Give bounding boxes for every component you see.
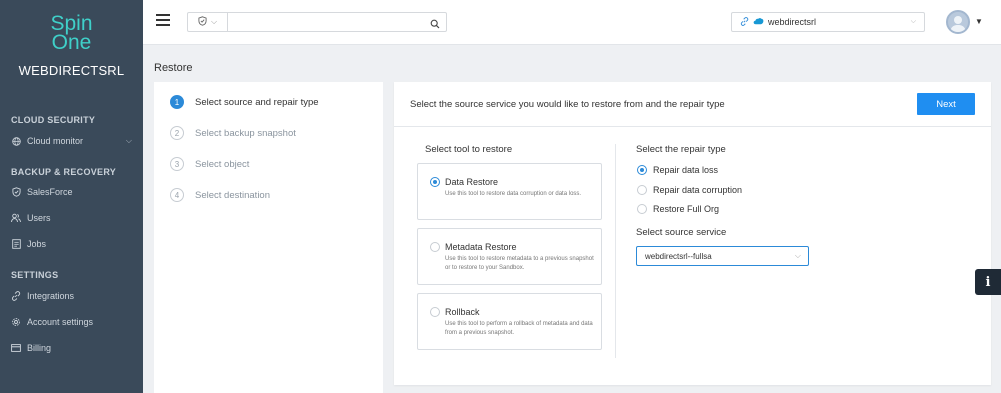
sidebar-item-label: SalesForce <box>27 187 73 197</box>
search-input[interactable] <box>230 14 425 30</box>
sidebar-item-label: Account settings <box>27 317 94 327</box>
sidebar-item-integrations[interactable]: Integrations <box>11 288 136 304</box>
sidebar-item-label: Cloud monitor <box>27 136 84 146</box>
step-4[interactable]: 4 Select destination <box>170 188 270 202</box>
step-3[interactable]: 3 Select object <box>170 157 249 171</box>
link-icon <box>11 291 21 301</box>
wizard-steps: 1 Select source and repair type 2 Select… <box>154 82 383 393</box>
step-label: Select destination <box>195 189 270 201</box>
step-1[interactable]: 1 Select source and repair type <box>170 95 319 109</box>
chevron-down-icon: ⌵ <box>210 17 218 26</box>
step-2[interactable]: 2 Select backup snapshot <box>170 126 296 140</box>
repair-option-full-org[interactable]: Restore Full Org <box>637 204 719 214</box>
spinone-logo[interactable]: Spin One <box>0 13 143 54</box>
tool-option-rollback[interactable]: Rollback Use this tool to perform a roll… <box>417 293 602 350</box>
sidebar-item-cloud-monitor[interactable]: Cloud monitor ⌵ <box>11 133 136 149</box>
tool-option-metadata-restore[interactable]: Metadata Restore Use this tool to restor… <box>417 228 602 285</box>
card-icon <box>11 343 21 353</box>
instruction-text: Select the source service you would like… <box>410 99 725 110</box>
tool-description: Use this tool to perform a rollback of m… <box>445 321 593 336</box>
sidebar-item-users[interactable]: Users <box>11 210 136 226</box>
search-filter-dropdown[interactable]: ⌵ <box>188 13 228 31</box>
chevron-down-icon: ⌵ <box>794 251 801 260</box>
source-section-title: Select source service <box>636 227 727 238</box>
radio-button[interactable] <box>430 177 440 187</box>
restore-card: Select the source service you would like… <box>394 82 991 385</box>
tool-option-data-restore[interactable]: Data Restore Use this tool to restore da… <box>417 163 602 220</box>
search-box: ⌵ <box>187 12 447 32</box>
sidebar-item-billing[interactable]: Billing <box>11 340 136 356</box>
source-service-select[interactable]: webdirectsrl--fullsa ⌵ <box>636 246 809 266</box>
salesforce-cloud-icon <box>753 17 764 27</box>
section-title-cloud-security: CLOUD SECURITY <box>11 115 96 125</box>
avatar-dropdown-icon[interactable]: ▼ <box>975 17 983 26</box>
step-number: 1 <box>170 95 184 109</box>
radio-button[interactable] <box>430 307 440 317</box>
sidebar-item-label: Users <box>27 213 51 223</box>
repair-option-data-loss[interactable]: Repair data loss <box>637 165 718 175</box>
step-number: 3 <box>170 157 184 171</box>
step-label: Select object <box>195 158 250 170</box>
repair-section-title: Select the repair type <box>636 144 726 155</box>
sidebar-item-salesforce[interactable]: SalesForce <box>11 184 136 200</box>
chevron-down-icon: ⌵ <box>910 18 916 25</box>
company-name: WEBDIRECTSRL <box>18 63 125 78</box>
shield-check-icon <box>198 16 207 28</box>
card-header: Select the source service you would like… <box>394 82 991 127</box>
radio-button[interactable] <box>637 185 647 195</box>
tool-section-title: Select tool to restore <box>425 144 513 155</box>
repair-option-label: Repair data corruption <box>653 185 743 195</box>
account-select[interactable]: webdirectsrl ⌵ <box>731 12 925 32</box>
jobs-icon <box>11 239 21 249</box>
tool-description: Use this tool to restore metadata to a p… <box>445 256 594 271</box>
sidebar-item-label: Billing <box>27 343 52 353</box>
column-divider <box>615 144 616 358</box>
step-label: Select backup snapshot <box>195 127 296 139</box>
next-button[interactable]: Next <box>917 93 975 115</box>
section-title-settings: SETTINGS <box>11 270 59 280</box>
topbar: ⌵ webdirectsrl ⌵ ▼ <box>143 0 1001 45</box>
chevron-down-icon: ⌵ <box>125 136 132 145</box>
avatar[interactable] <box>946 10 970 34</box>
logo-line-2: One <box>51 31 92 54</box>
sidebar-item-account-settings[interactable]: Account settings <box>11 314 136 330</box>
hamburger-menu-icon[interactable] <box>156 14 170 26</box>
sidebar-item-label: Integrations <box>27 291 75 301</box>
users-icon <box>11 213 21 223</box>
radio-button[interactable] <box>637 204 647 214</box>
sidebar-item-label: Jobs <box>27 239 47 249</box>
step-number: 2 <box>170 126 184 140</box>
breadcrumb: Restore <box>154 62 193 74</box>
tool-title: Rollback <box>445 307 480 317</box>
gear-icon <box>11 317 21 327</box>
tool-description: Use this tool to restore data corruption… <box>445 191 582 197</box>
shield-check-icon <box>11 187 21 197</box>
step-number: 4 <box>170 188 184 202</box>
link-icon <box>740 16 749 28</box>
source-service-value: webdirectsrl--fullsa <box>645 251 712 261</box>
search-icon[interactable] <box>430 16 440 34</box>
tool-title: Metadata Restore <box>445 242 517 252</box>
step-label: Select source and repair type <box>195 96 319 108</box>
radio-button[interactable] <box>637 165 647 175</box>
sidebar: Spin One WEBDIRECTSRL CLOUD SECURITY Clo… <box>0 0 143 393</box>
sidebar-item-jobs[interactable]: Jobs <box>11 236 136 252</box>
account-label: webdirectsrl <box>768 17 817 27</box>
repair-option-label: Repair data loss <box>653 165 719 175</box>
radio-button[interactable] <box>430 242 440 252</box>
repair-option-label: Restore Full Org <box>653 204 720 214</box>
tool-title: Data Restore <box>445 177 499 187</box>
info-button[interactable]: i <box>975 269 1001 295</box>
section-title-backup-recovery: BACKUP & RECOVERY <box>11 167 117 177</box>
repair-option-data-corruption[interactable]: Repair data corruption <box>637 185 742 195</box>
globe-icon <box>11 136 21 146</box>
